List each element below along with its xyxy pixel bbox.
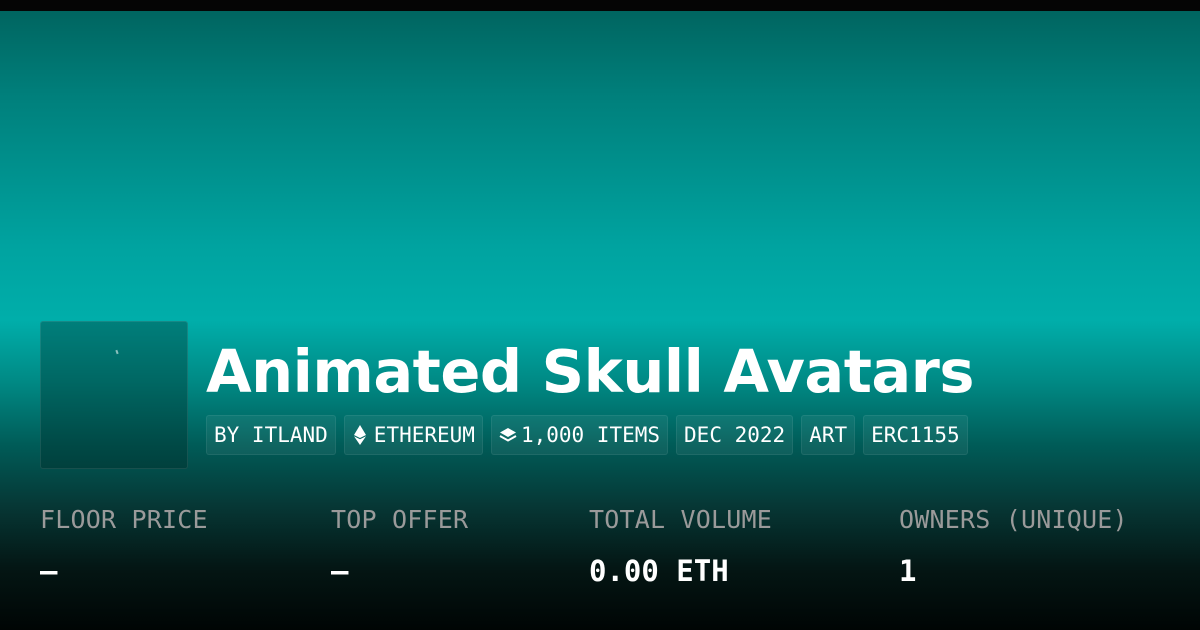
collection-tags: BY ITLAND ETHEREUM 1,000 ITEMS DEC 2022 [206,415,968,455]
stat-owners: OWNERS (UNIQUE) 1 [899,500,1128,591]
collection-avatar [40,321,188,469]
tag-label: ETHEREUM [373,423,475,447]
stat-top-offer: TOP OFFER – [331,500,468,591]
tag-category[interactable]: ART [801,415,856,455]
collection-stats: FLOOR PRICE – TOP OFFER – TOTAL VOLUME 0… [0,500,1200,610]
stat-value: 1 [899,554,917,588]
top-bar [0,0,1200,11]
tag-creator[interactable]: BY ITLAND [206,415,336,455]
stat-label: FLOOR PRICE [40,505,208,534]
tag-label: DEC 2022 [684,423,786,447]
stat-value: – [331,554,349,588]
tag-item-count[interactable]: 1,000 ITEMS [490,415,669,455]
stat-label: TOP OFFER [331,505,469,534]
tag-label: ART [809,423,848,447]
layers-icon [499,425,517,445]
tag-token-standard[interactable]: ERC1155 [863,415,968,455]
stat-label: OWNERS (UNIQUE) [899,505,1128,534]
stat-total-volume: TOTAL VOLUME 0.00 ETH [589,500,772,591]
tag-created-date[interactable]: DEC 2022 [676,415,794,455]
tag-chain[interactable]: ETHEREUM [343,415,483,455]
avatar-image [115,349,119,355]
stat-label: TOTAL VOLUME [589,505,773,534]
tag-label: BY ITLAND [214,423,328,447]
stat-floor-price: FLOOR PRICE – [40,500,208,591]
collection-title: Animated Skull Avatars [206,337,974,406]
tag-label: ERC1155 [871,423,960,447]
stat-value: 0.00 ETH [589,554,729,588]
stat-value: – [40,554,58,588]
ethereum-icon [352,425,368,445]
collection-preview: Animated Skull Avatars BY ITLAND ETHEREU… [0,0,1200,630]
tag-label: 1,000 ITEMS [520,423,661,447]
